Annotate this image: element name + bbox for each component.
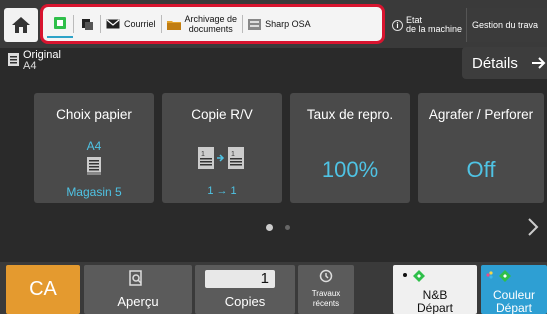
tab-archive[interactable]: Archivage de documents	[162, 10, 243, 38]
tab-scan[interactable]	[74, 10, 100, 38]
tab-archive-label: Archivage de documents	[185, 14, 238, 34]
home-icon	[12, 17, 30, 33]
sharp-osa-icon	[248, 18, 262, 30]
staple-punch-value: Off	[466, 157, 496, 182]
color-start-label: Couleur Départ	[481, 289, 547, 314]
duplex-mode-value: 1 → 1	[207, 185, 237, 197]
svg-text:1: 1	[201, 151, 205, 158]
job-status-button[interactable]: Gestion du trava	[466, 8, 547, 42]
zoom-tile[interactable]: Taux de repro. 100%	[290, 93, 410, 203]
tab-copy[interactable]	[47, 10, 73, 38]
tab-email-label: Courriel	[124, 19, 156, 29]
mode-tabs-highlight: Courriel Archivage de documents Sharp OS…	[40, 4, 385, 44]
copy-mode-icon	[54, 17, 66, 29]
details-button[interactable]: Détails	[462, 47, 547, 79]
tab-sharp-osa-label: Sharp OSA	[265, 19, 311, 29]
paper-select-tile[interactable]: Choix papier A4 Magasin 5	[34, 93, 154, 203]
recent-jobs-line1: Travaux	[311, 289, 341, 298]
mode-tabs: Courriel Archivage de documents Sharp OS…	[47, 10, 378, 38]
duplex-tile[interactable]: Copie R/V 1 1 1 → 1	[162, 93, 282, 203]
duplex-icon: 1 1	[198, 147, 244, 169]
tab-sharp-osa[interactable]: Sharp OSA	[243, 10, 316, 38]
clear-all-button[interactable]: CA	[6, 265, 80, 314]
bw-start-button[interactable]: N&B Départ	[393, 265, 477, 314]
original-value: A4	[23, 60, 37, 72]
home-button[interactable]	[4, 8, 38, 42]
page-indicator	[266, 224, 290, 231]
color-start-button[interactable]: Couleur Départ	[481, 265, 547, 314]
color-start-icon	[486, 270, 511, 282]
color-start-line2: Départ	[495, 301, 533, 314]
zoom-title: Taux de repro.	[306, 107, 394, 122]
bw-start-icon	[403, 270, 425, 282]
job-status-label: Gestion du trava	[472, 20, 539, 30]
bw-start-line1: N&B	[422, 288, 448, 302]
original-info: Original A4	[8, 50, 61, 72]
function-tiles: Choix papier A4 Magasin 5 Copie R/V 1 1	[34, 93, 544, 203]
copies-label: Copies	[224, 294, 266, 309]
envelope-icon	[106, 19, 120, 29]
staple-punch-title: Agrafer / Perforer	[428, 107, 534, 122]
tab-email[interactable]: Courriel	[101, 10, 161, 38]
bw-start-line2: Départ	[416, 301, 454, 314]
tab-archive-label-line1: Archivage de	[184, 14, 238, 24]
recent-jobs-button[interactable]: Travaux récents	[298, 265, 354, 314]
scan-icon	[82, 19, 93, 30]
zoom-value: 100%	[321, 157, 379, 182]
page-dot	[285, 225, 290, 230]
tab-archive-label-line2: documents	[188, 24, 233, 34]
info-icon: i	[392, 19, 403, 31]
bw-start-label: N&B Départ	[393, 289, 477, 314]
color-start-line1: Couleur	[492, 288, 536, 302]
staple-punch-tile[interactable]: Agrafer / Perforer Off	[418, 93, 544, 203]
copies-input[interactable]: 1	[205, 270, 275, 288]
arrow-right-icon	[531, 57, 546, 69]
details-label: Détails	[472, 54, 518, 72]
clear-all-label: CA	[29, 278, 57, 300]
preview-button[interactable]: Aperçu	[84, 265, 192, 314]
folder-icon	[166, 20, 181, 30]
machine-status-button[interactable]: i Etat de la machine	[389, 8, 463, 42]
history-icon	[319, 269, 333, 283]
preview-icon	[129, 270, 142, 286]
paper-select-title: Choix papier	[56, 107, 132, 122]
machine-status-line2: de la machine	[406, 24, 463, 34]
preview-label: Aperçu	[117, 294, 159, 309]
top-bar: Courriel Archivage de documents Sharp OS…	[0, 0, 547, 48]
recent-jobs-line2: récents	[312, 299, 340, 308]
duplex-title: Copie R/V	[191, 107, 253, 122]
recent-jobs-label: Travaux récents	[298, 289, 354, 309]
svg-text:1: 1	[231, 151, 235, 158]
document-icon	[8, 53, 19, 66]
paper-size-value: A4	[86, 139, 102, 153]
page-dot-active	[266, 224, 273, 231]
paper-tray-value: Magasin 5	[66, 185, 122, 199]
copies-control[interactable]: 1 Copies	[195, 265, 295, 314]
chevron-right-icon[interactable]	[527, 217, 539, 237]
machine-status-label: Etat de la machine	[406, 16, 462, 34]
paper-tray-icon	[87, 157, 101, 175]
